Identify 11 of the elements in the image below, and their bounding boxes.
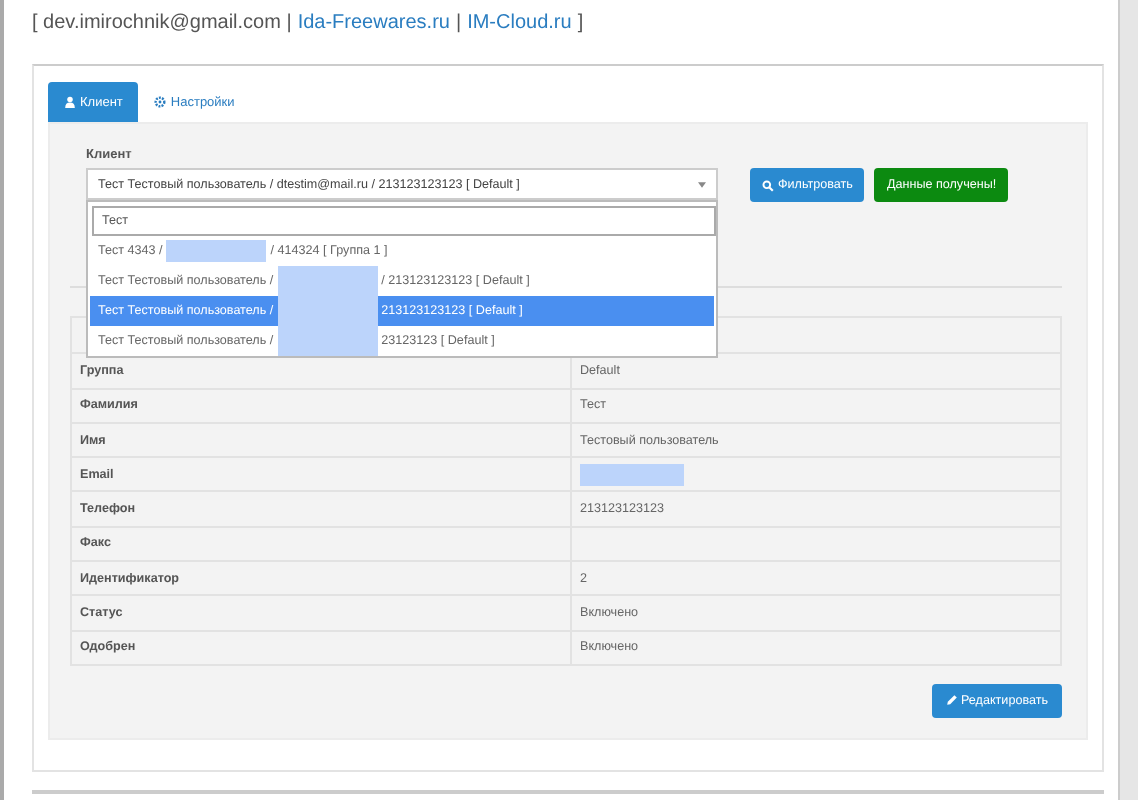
- pencil-icon: [945, 694, 957, 707]
- contact-text: [ dev.imirochnik@gmail.com |: [32, 12, 292, 38]
- search-icon: [762, 179, 774, 191]
- site-link[interactable]: Ida-Freewares.ru: [297, 12, 450, 40]
- user-icon: [64, 96, 76, 108]
- contact-text: |: [455, 12, 462, 38]
- caret-icon: [698, 181, 706, 187]
- contact-text: ]: [577, 12, 584, 38]
- scrollbar[interactable]: [1118, 0, 1138, 800]
- site-link[interactable]: IM-Cloud.ru: [467, 12, 572, 40]
- gear-icon: [154, 96, 167, 108]
